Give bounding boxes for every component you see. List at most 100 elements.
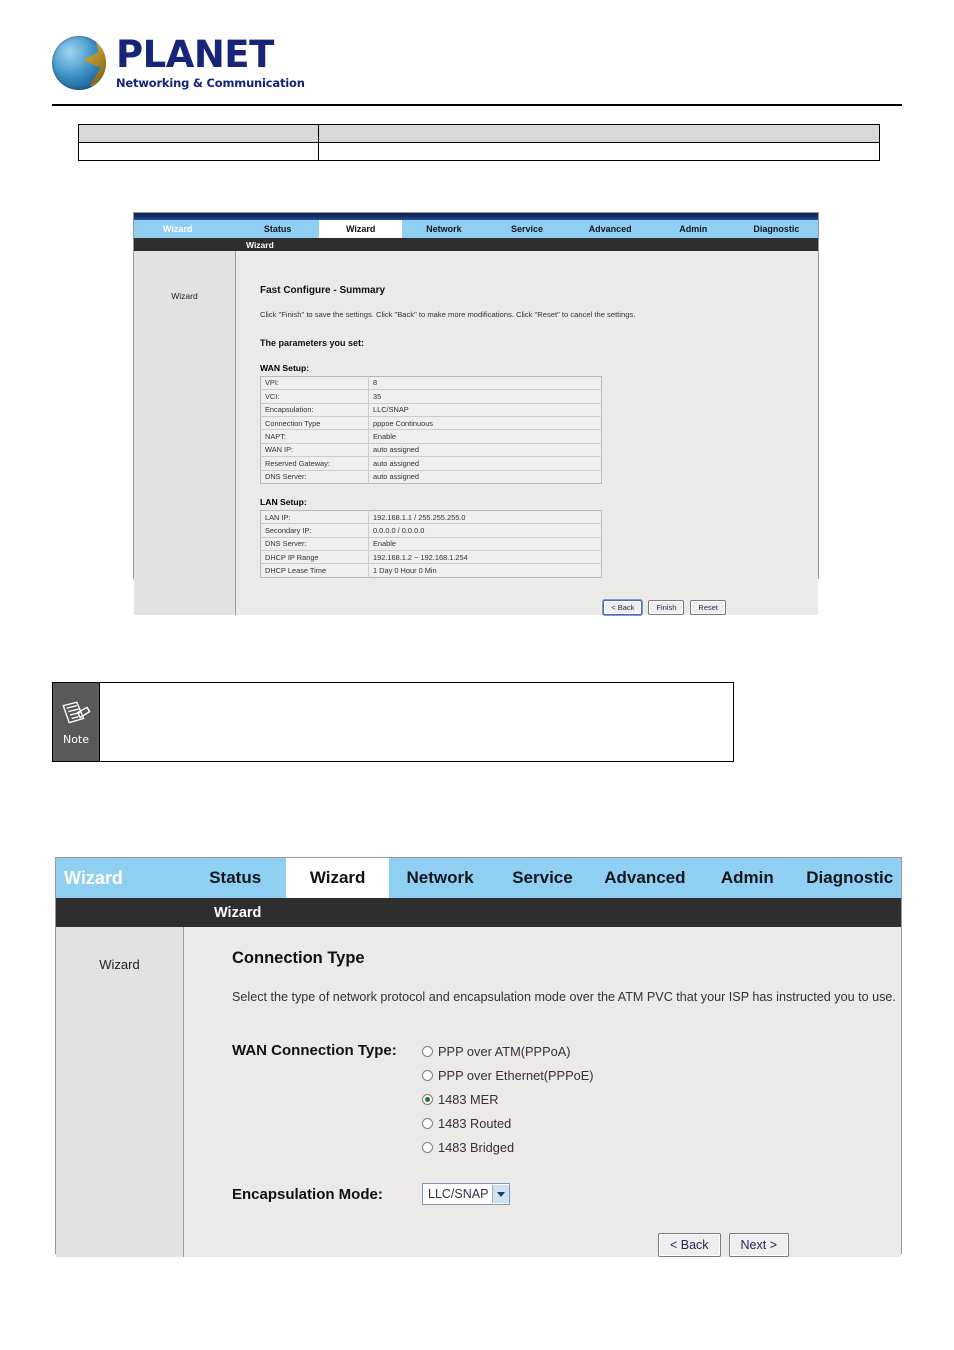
param-value: Enable	[368, 537, 602, 552]
param-key: Reserved Gateway:	[260, 456, 369, 471]
content-area: Fast Configure - Summary Click "Finish" …	[236, 251, 818, 615]
param-value: 0.0.0.0 / 0.0.0.0	[368, 523, 602, 538]
navigation-bar: Wizard Status Wizard Network Service Adv…	[56, 858, 901, 898]
tab-network[interactable]: Network	[388, 858, 492, 898]
param-key: VCI:	[260, 389, 369, 404]
radio-label: PPP over Ethernet(PPPoE)	[438, 1068, 594, 1084]
summary-screenshot: Wizard Status Wizard Network Service Adv…	[133, 212, 819, 615]
table-row: DHCP IP Range 192.168.1.2 ~ 192.168.1.25…	[260, 550, 602, 565]
lan-setup-heading: LAN Setup:	[260, 496, 307, 507]
tab-status[interactable]: Status	[236, 220, 320, 238]
nav-tab-list: Status Wizard Network Service Advanced A…	[236, 220, 818, 238]
header-table	[78, 124, 880, 161]
page-body: Wizard Connection Type Select the type o…	[56, 927, 901, 1258]
encapsulation-mode-field: Encapsulation Mode: LLC/SNAP	[232, 1183, 901, 1206]
param-key: LAN IP:	[260, 510, 369, 525]
header-divider	[52, 104, 902, 106]
page-title: Connection Type	[232, 949, 365, 967]
tab-network[interactable]: Network	[402, 220, 486, 238]
page-title: Fast Configure - Summary	[260, 285, 386, 296]
brand-tagline: Networking & Communication	[116, 76, 305, 91]
encapsulation-mode-label: Encapsulation Mode:	[232, 1185, 383, 1203]
sidebar-item-wizard[interactable]: Wizard	[171, 291, 197, 615]
radio-label: 1483 MER	[438, 1092, 499, 1108]
tab-advanced[interactable]: Advanced	[593, 858, 697, 898]
table-row: VCI: 35	[260, 389, 602, 404]
nav-tab-list: Status Wizard Network Service Advanced A…	[184, 858, 901, 898]
back-button[interactable]: < Back	[603, 599, 643, 615]
radio-icon[interactable]	[422, 1142, 433, 1154]
wan-connection-type-label: WAN Connection Type:	[232, 1042, 397, 1060]
tab-wizard[interactable]: Wizard	[286, 858, 389, 898]
sub-navigation-bar: Wizard	[134, 238, 818, 251]
nav-brand-wizard: Wizard	[56, 858, 184, 898]
radio-pppoa[interactable]: PPP over ATM(PPPoA)	[422, 1044, 594, 1059]
radio-1483-routed[interactable]: 1483 Routed	[422, 1116, 594, 1131]
table-row: LAN IP: 192.168.1.1 / 255.255.255.0	[260, 510, 602, 525]
param-value: pppoe Continuous	[368, 416, 602, 431]
radio-1483-bridged[interactable]: 1483 Bridged	[422, 1140, 594, 1155]
tab-status[interactable]: Status	[184, 858, 287, 898]
page-description: Select the type of network protocol and …	[232, 990, 896, 1004]
planet-globe-logo-icon	[52, 36, 106, 90]
content-area: Connection Type Select the type of netwo…	[184, 927, 901, 1258]
note-callout: Note	[52, 682, 734, 762]
table-row: Secondary IP: 0.0.0.0 / 0.0.0.0	[260, 523, 602, 538]
param-key: DNS Server:	[260, 470, 369, 484]
param-value: LLC/SNAP	[368, 403, 602, 417]
tab-admin[interactable]: Admin	[696, 858, 799, 898]
table-row: VPI: 8	[260, 376, 602, 391]
param-key: DNS Server:	[260, 537, 369, 552]
header-table-body	[78, 124, 880, 161]
encapsulation-mode-select[interactable]: LLC/SNAP	[422, 1183, 511, 1206]
note-icon-panel: Note	[53, 683, 100, 761]
connection-type-screenshot: Wizard Status Wizard Network Service Adv…	[55, 857, 902, 1258]
connection-type-button-row: < Back Next >	[232, 1233, 789, 1258]
wan-connection-type-field: WAN Connection Type: PPP over ATM(PPPoA)…	[232, 1042, 901, 1155]
radio-icon[interactable]	[422, 1046, 433, 1058]
next-button[interactable]: Next >	[728, 1233, 789, 1258]
header-table-cell	[318, 142, 880, 161]
radio-icon[interactable]	[422, 1118, 433, 1130]
header-table-cell	[78, 142, 319, 161]
radio-icon[interactable]	[422, 1070, 433, 1082]
sidebar: Wizard	[56, 927, 184, 1258]
tab-diagnostic[interactable]: Diagnostic	[734, 220, 818, 238]
radio-label: 1483 Routed	[438, 1116, 512, 1132]
radio-label: 1483 Bridged	[438, 1140, 515, 1156]
table-row: NAPT: Enable	[260, 429, 602, 444]
chevron-down-icon[interactable]	[492, 1185, 510, 1204]
planet-logo-text: PLANET Networking & Communication	[116, 36, 305, 90]
param-key: VPI:	[260, 376, 369, 391]
browser-title-strip	[134, 213, 818, 220]
reset-button[interactable]: Reset	[690, 599, 726, 615]
back-button[interactable]: < Back	[657, 1233, 721, 1258]
wan-setup-table: VPI: 8 VCI: 35 Encapsulation: LLC/SNAP C…	[260, 375, 602, 484]
table-row: Reserved Gateway: auto assigned	[260, 456, 602, 471]
tab-wizard[interactable]: Wizard	[319, 220, 403, 238]
table-row	[78, 142, 880, 161]
tab-service[interactable]: Service	[491, 858, 594, 898]
tab-diagnostic[interactable]: Diagnostic	[798, 858, 901, 898]
finish-button[interactable]: Finish	[648, 599, 685, 615]
note-text	[100, 683, 733, 761]
radio-label: PPP over ATM(PPPoA)	[438, 1044, 571, 1060]
tab-service[interactable]: Service	[485, 220, 569, 238]
radio-1483-mer[interactable]: 1483 MER	[422, 1092, 594, 1107]
wan-connection-type-radio-group: PPP over ATM(PPPoA) PPP over Ethernet(PP…	[422, 1044, 594, 1155]
summary-button-row: < Back Finish Reset	[260, 599, 726, 615]
param-key: DHCP Lease Time	[260, 563, 369, 578]
planet-logo: PLANET Networking & Communication	[52, 36, 305, 90]
tab-advanced[interactable]: Advanced	[568, 220, 652, 238]
radio-pppoe[interactable]: PPP over Ethernet(PPPoE)	[422, 1068, 594, 1083]
table-row: Encapsulation: LLC/SNAP	[260, 403, 602, 417]
table-row: WAN IP: auto assigned	[260, 443, 602, 458]
encapsulation-mode-value: LLC/SNAP	[428, 1187, 489, 1202]
tab-admin[interactable]: Admin	[651, 220, 735, 238]
sidebar-item-wizard[interactable]: Wizard	[99, 957, 139, 1257]
param-value: auto assigned	[368, 456, 602, 471]
table-row: DNS Server: Enable	[260, 537, 602, 552]
page-description: Click "Finish" to save the settings. Cli…	[260, 310, 636, 319]
parameters-subheading: The parameters you set:	[260, 337, 365, 348]
radio-icon-selected[interactable]	[422, 1094, 433, 1106]
